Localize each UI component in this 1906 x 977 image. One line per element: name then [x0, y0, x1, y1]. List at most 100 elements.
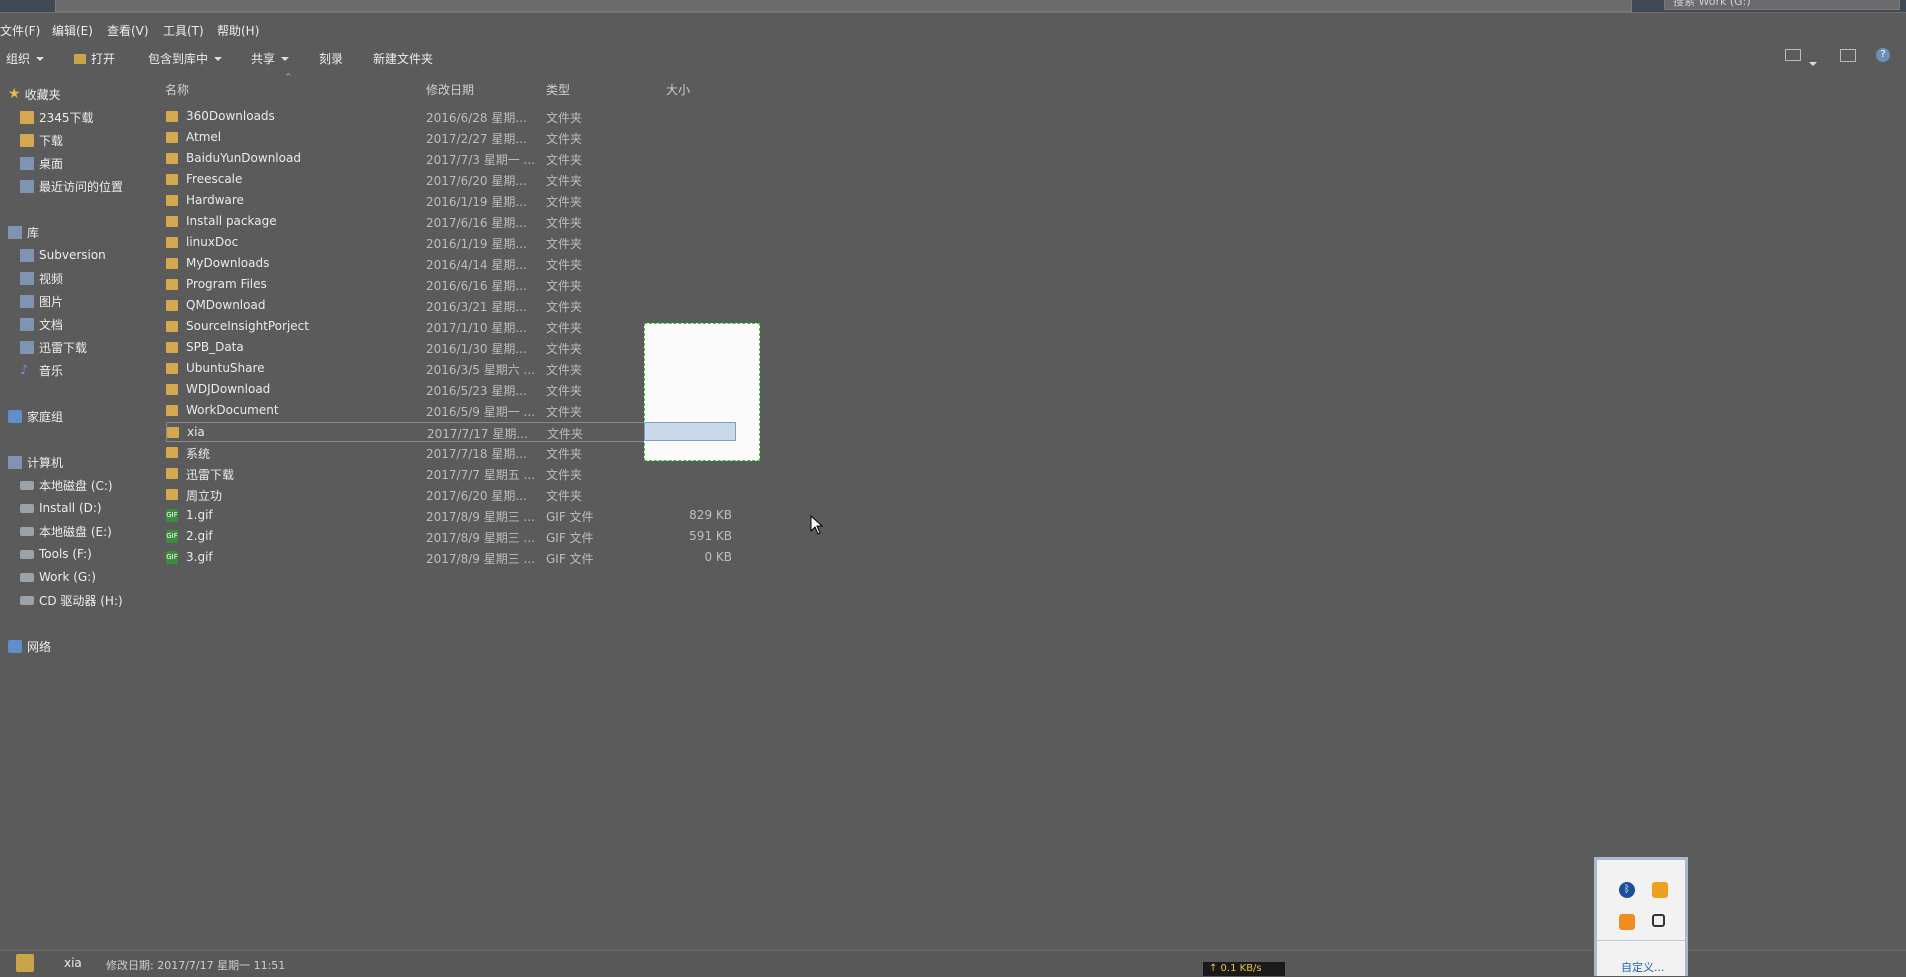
- file-row[interactable]: QMDownload 2016/3/21 星期... 文件夹: [166, 296, 736, 316]
- file-size: 591 KB: [689, 529, 732, 543]
- open-button[interactable]: 打开: [74, 50, 115, 67]
- library-icon: [20, 248, 34, 262]
- file-type: 文件夹: [546, 174, 583, 188]
- nav-fav-2345[interactable]: 2345下载: [20, 108, 94, 126]
- file-type: 文件夹: [546, 279, 583, 293]
- menu-tools[interactable]: 工具(T): [163, 22, 213, 39]
- homegroup-icon: [8, 409, 22, 423]
- nav-label: 文档: [39, 317, 64, 332]
- column-header-size[interactable]: 大小: [666, 81, 690, 98]
- file-row[interactable]: GIF 1.gif 2017/8/9 星期三 ... GIF 文件 829 KB: [166, 506, 736, 526]
- nav-favorites[interactable]: ★ 收藏夹: [8, 85, 61, 103]
- menu-file[interactable]: 文件(F): [0, 22, 49, 39]
- file-date: 2016/4/14 星期...: [426, 258, 527, 272]
- menu-view[interactable]: 查看(V): [107, 22, 158, 39]
- customize-link[interactable]: 自定义...: [1621, 959, 1665, 975]
- new-folder-label: 新建文件夹: [373, 52, 434, 66]
- file-row[interactable]: MyDownloads 2016/4/14 星期... 文件夹: [166, 254, 736, 274]
- file-row[interactable]: GIF 3.gif 2017/8/9 星期三 ... GIF 文件 0 KB: [166, 548, 736, 568]
- nav-lib-subversion[interactable]: Subversion: [20, 246, 106, 264]
- nav-lib-documents[interactable]: 文档: [20, 315, 63, 333]
- nav-network[interactable]: 网络: [8, 637, 51, 655]
- nav-fav-recent[interactable]: 最近访问的位置: [20, 177, 123, 195]
- file-row[interactable]: BaiduYunDownload 2017/7/3 星期一 ... 文件夹: [166, 149, 736, 169]
- status-modified: 修改日期: 2017/7/17 星期一 11:51: [106, 959, 286, 972]
- nav-homegroup[interactable]: 家庭组: [8, 407, 63, 425]
- nav-lib-videos[interactable]: 视频: [20, 269, 63, 287]
- tray-overflow-popup: ᛒ 自定义...: [1594, 857, 1688, 976]
- app-tray-icon[interactable]: [1619, 914, 1635, 930]
- column-header-name[interactable]: 名称: [165, 81, 189, 98]
- file-row[interactable]: Install package 2017/6/16 星期... 文件夹: [166, 212, 736, 232]
- search-input[interactable]: 搜索 Work (G:): [1664, 0, 1900, 10]
- new-folder-button[interactable]: 新建文件夹: [373, 50, 433, 67]
- address-bar[interactable]: [55, 0, 1632, 12]
- file-type: 文件夹: [546, 489, 583, 503]
- nav-drive-e[interactable]: 本地磁盘 (E:): [20, 522, 112, 540]
- folder-icon: [166, 153, 178, 164]
- shield-icon[interactable]: [1652, 882, 1668, 898]
- view-options-icon[interactable]: [1785, 49, 1801, 61]
- nav-fav-desktop[interactable]: 桌面: [20, 154, 63, 172]
- nav-drive-f[interactable]: Tools (F:): [20, 545, 92, 563]
- file-row[interactable]: Freescale 2017/6/20 星期... 文件夹: [166, 170, 736, 190]
- file-date: 2016/3/21 星期...: [426, 300, 527, 314]
- help-icon[interactable]: ?: [1876, 48, 1890, 62]
- file-row[interactable]: linuxDoc 2016/1/19 星期... 文件夹: [166, 233, 736, 253]
- file-name: Freescale: [186, 172, 243, 186]
- file-size: 0 KB: [704, 550, 732, 564]
- bluetooth-icon[interactable]: ᛒ: [1619, 882, 1635, 898]
- folder-icon: [166, 363, 178, 374]
- nav-drive-d[interactable]: Install (D:): [20, 499, 102, 517]
- file-type: 文件夹: [547, 427, 584, 441]
- file-row[interactable]: Atmel 2017/2/27 星期... 文件夹: [166, 128, 736, 148]
- crop-icon[interactable]: [1652, 914, 1665, 927]
- drive-icon: [20, 480, 34, 490]
- folder-icon: [166, 384, 178, 395]
- file-row[interactable]: 360Downloads 2016/6/28 星期... 文件夹: [166, 107, 736, 127]
- file-row[interactable]: Program Files 2016/6/16 星期... 文件夹: [166, 275, 736, 295]
- nav-fav-downloads[interactable]: 下载: [20, 131, 63, 149]
- column-header-type[interactable]: 类型: [546, 81, 570, 98]
- file-name: 3.gif: [186, 550, 213, 564]
- nav-label: Subversion: [39, 248, 106, 262]
- nav-label: 音乐: [39, 363, 64, 378]
- file-row[interactable]: 迅雷下载 2017/7/7 星期五 ... 文件夹: [166, 464, 736, 484]
- nav-drive-c[interactable]: 本地磁盘 (C:): [20, 476, 113, 494]
- folder-icon: [166, 132, 178, 143]
- music-icon: ♪: [20, 362, 29, 378]
- status-item-name: xia: [64, 956, 82, 970]
- file-name: Hardware: [186, 193, 244, 207]
- file-date: 2016/6/16 星期...: [426, 279, 527, 293]
- menu-edit[interactable]: 编辑(E): [52, 22, 102, 39]
- file-name: SPB_Data: [186, 340, 244, 354]
- nav-libraries[interactable]: 库: [8, 223, 39, 241]
- file-row[interactable]: Hardware 2016/1/19 星期... 文件夹: [166, 191, 736, 211]
- file-type: GIF 文件: [546, 510, 594, 524]
- organize-button[interactable]: 组织: [6, 50, 45, 67]
- nav-label: 本地磁盘 (E:): [39, 524, 112, 539]
- column-header-date[interactable]: 修改日期: [426, 81, 474, 98]
- file-row[interactable]: 周立功 2017/6/20 星期... 文件夹: [166, 485, 736, 505]
- nav-lib-pictures[interactable]: 图片: [20, 292, 63, 310]
- nav-lib-xunlei[interactable]: 迅雷下载: [20, 338, 87, 356]
- nav-drive-h[interactable]: CD 驱动器 (H:): [20, 591, 123, 609]
- nav-drive-g[interactable]: Work (G:): [20, 568, 96, 586]
- nav-label: Work (G:): [39, 570, 96, 584]
- nav-label: 2345下载: [39, 110, 94, 125]
- nav-lib-music[interactable]: ♪ 音乐: [20, 361, 63, 379]
- burn-button[interactable]: 刻录: [319, 50, 343, 67]
- recent-places-icon: [20, 179, 34, 193]
- menu-help[interactable]: 帮助(H): [217, 22, 268, 39]
- nav-computer[interactable]: 计算机: [8, 453, 63, 471]
- include-library-button[interactable]: 包含到库中: [148, 50, 223, 67]
- drive-icon: [20, 572, 34, 582]
- file-name: 迅雷下载: [186, 468, 235, 482]
- include-library-label: 包含到库中: [148, 52, 209, 66]
- file-name: WorkDocument: [186, 403, 279, 417]
- preview-pane-icon[interactable]: [1840, 49, 1856, 62]
- open-label: 打开: [91, 52, 116, 66]
- view-options-chevron-icon[interactable]: [1809, 55, 1817, 69]
- file-row[interactable]: GIF 2.gif 2017/8/9 星期三 ... GIF 文件 591 KB: [166, 527, 736, 547]
- share-button[interactable]: 共享: [251, 50, 290, 67]
